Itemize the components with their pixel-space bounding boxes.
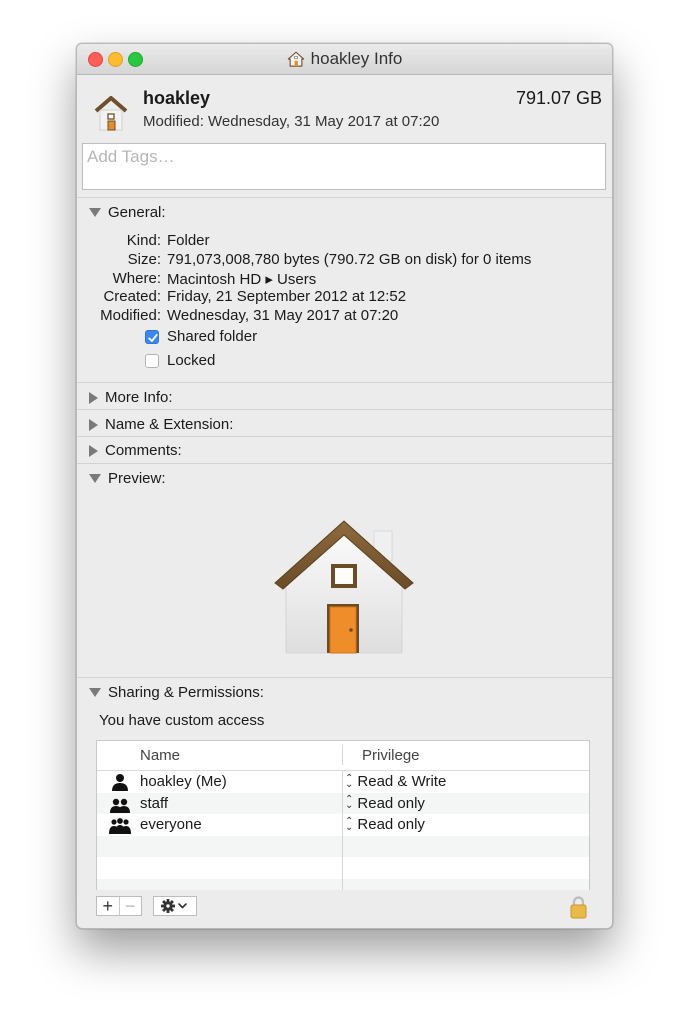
column-divider (342, 770, 343, 890)
tags-input[interactable] (83, 144, 612, 170)
lock-icon[interactable] (569, 895, 588, 919)
disclosure-open-icon[interactable] (89, 474, 101, 483)
locked-checkbox[interactable] (145, 354, 159, 368)
empty-row (97, 857, 589, 879)
preview-title: Preview: (108, 470, 166, 487)
table-row[interactable]: staff ⌃ ⌄ Read only (97, 792, 589, 814)
table-row[interactable]: everyone ⌃ ⌄ Read only (97, 814, 589, 836)
more-info-title: More Info: (105, 389, 173, 406)
sharing-section-header[interactable]: Sharing & Permissions: (89, 684, 264, 701)
up-down-arrows-icon: ⌃ ⌄ (345, 794, 354, 811)
divider (77, 197, 612, 198)
user-name: everyone (140, 816, 202, 833)
info-window: hoakley Info hoakley 791.07 GB Modified:… (76, 43, 613, 929)
divider (77, 677, 612, 678)
home-folder-preview-icon (274, 520, 414, 654)
privilege-value: Read only (357, 794, 425, 812)
everyone-icon (109, 818, 131, 834)
item-size: 791.07 GB (515, 88, 602, 108)
access-text: You have custom access (99, 712, 265, 729)
remove-user-button[interactable]: − (120, 896, 142, 916)
permissions-table[interactable]: Name Privilege hoakley (Me) ⌃ ⌄ Read & Wr… (96, 740, 590, 890)
info-label: Modified: (100, 307, 161, 324)
sharing-title: Sharing & Permissions: (108, 684, 264, 701)
info-value: Folder (167, 232, 210, 249)
info-label: Kind: (126, 232, 161, 249)
user-name: hoakley (Me) (140, 773, 227, 790)
privilege-value: Read & Write (357, 773, 447, 790)
item-name: hoakley (143, 88, 211, 108)
tags-field[interactable] (82, 143, 612, 190)
divider (77, 382, 612, 383)
info-label: Size: (127, 251, 161, 268)
user-name: staff (140, 794, 169, 812)
divider (77, 409, 612, 410)
home-folder-icon (287, 51, 304, 67)
add-user-button[interactable]: + (97, 896, 120, 916)
name-extension-title: Name & Extension: (105, 416, 234, 433)
privilege-popup[interactable]: ⌃ ⌄ Read only (345, 795, 425, 812)
info-value: Wednesday, 31 May 2017 at 07:20 (167, 307, 399, 324)
disclosure-open-icon[interactable] (89, 208, 101, 217)
preview-section-header[interactable]: Preview: (89, 470, 166, 487)
shared-folder-label[interactable]: Shared folder (167, 328, 257, 345)
shared-folder-checkbox[interactable] (145, 330, 159, 344)
header-modified-label: Modified: (143, 113, 204, 130)
info-label: Created: (103, 288, 161, 305)
column-divider (342, 745, 343, 765)
home-folder-icon (94, 96, 128, 131)
locked-label[interactable]: Locked (167, 352, 215, 369)
header-modified-value: Wednesday, 31 May 2017 at 07:20 (208, 113, 440, 130)
divider (77, 436, 612, 437)
window-title: hoakley Info (310, 49, 403, 68)
info-value: Macintosh HD ▸ Users (167, 271, 317, 288)
info-value: 791,073,008,780 bytes (790.72 GB on disk… (167, 251, 532, 268)
divider (77, 463, 612, 464)
gear-icon (161, 899, 187, 913)
add-remove-control[interactable]: + − (96, 896, 142, 916)
group-icon (110, 798, 130, 813)
general-title: General: (108, 204, 166, 221)
action-menu-button[interactable] (153, 896, 197, 916)
name-extension-section-header[interactable]: Name & Extension: (89, 416, 233, 433)
title-bar[interactable]: hoakley Info (77, 44, 612, 75)
disclosure-closed-icon[interactable] (89, 444, 98, 457)
info-label: Where: (112, 270, 161, 287)
single-user-icon (112, 774, 128, 791)
empty-row (97, 878, 589, 890)
comments-title: Comments: (105, 442, 182, 459)
privilege-value: Read only (357, 816, 425, 833)
general-section-header[interactable]: General: (89, 204, 166, 221)
up-down-arrows-icon: ⌃ ⌄ (345, 772, 354, 790)
column-header-privilege[interactable]: Privilege (362, 741, 420, 770)
table-row[interactable]: hoakley (Me) ⌃ ⌄ Read & Write (97, 771, 589, 793)
privilege-popup[interactable]: ⌃ ⌄ Read & Write (345, 773, 446, 790)
up-down-arrows-icon: ⌃ ⌄ (345, 815, 354, 833)
column-header-name[interactable]: Name (140, 741, 180, 770)
header-modified: Modified: Wednesday, 31 May 2017 at 07:2… (143, 113, 439, 130)
info-value: Friday, 21 September 2012 at 12:52 (167, 288, 407, 305)
disclosure-open-icon[interactable] (89, 688, 101, 697)
privilege-popup[interactable]: ⌃ ⌄ Read only (345, 816, 425, 833)
disclosure-closed-icon[interactable] (89, 418, 98, 431)
disclosure-closed-icon[interactable] (89, 391, 98, 404)
more-info-section-header[interactable]: More Info: (89, 389, 173, 406)
empty-row (97, 835, 589, 857)
checkmark-icon (148, 333, 158, 342)
comments-section-header[interactable]: Comments: (89, 442, 182, 459)
